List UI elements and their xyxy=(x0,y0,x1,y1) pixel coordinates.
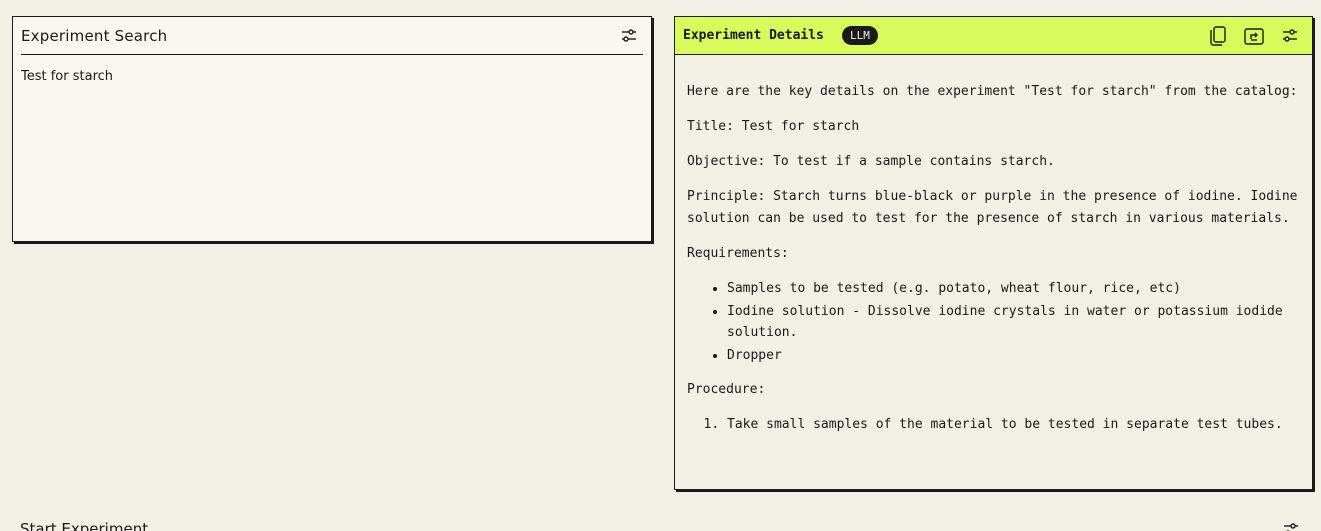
search-panel-header: Experiment Search xyxy=(21,17,643,55)
list-item: Samples to be tested (e.g. potato, wheat… xyxy=(727,278,1302,299)
sliders-icon[interactable] xyxy=(1281,520,1301,531)
intro-paragraph: Here are the key details on the experime… xyxy=(687,84,1298,99)
experiment-search-panel: Experiment Search Test for starch xyxy=(12,16,652,242)
details-panel-title: Experiment Details xyxy=(683,28,824,43)
export-icon[interactable] xyxy=(1244,26,1264,46)
procedure-heading: Procedure: xyxy=(687,382,766,397)
requirements-list: Samples to be tested (e.g. potato, wheat… xyxy=(727,278,1302,366)
search-query-text[interactable]: Test for starch xyxy=(21,69,113,84)
title-line: Title: Test for starch xyxy=(687,119,860,134)
sliders-icon[interactable] xyxy=(1280,26,1300,46)
sliders-icon[interactable] xyxy=(619,26,639,46)
details-content: Here are the key details on the experime… xyxy=(687,81,1302,477)
principle-paragraph: Principle: Starch turns blue-black or pu… xyxy=(687,189,1298,226)
start-experiment-title: Start Experiment xyxy=(20,520,149,531)
experiment-details-panel: Experiment Details LLM Here are the key … xyxy=(674,16,1313,490)
llm-badge: LLM xyxy=(842,26,878,45)
list-item: Iodine solution - Dissolve iodine crysta… xyxy=(727,301,1302,343)
objective-paragraph: Objective: To test if a sample contains … xyxy=(687,154,1055,169)
procedure-list: Take small samples of the material to be… xyxy=(727,414,1302,436)
list-item: Dropper xyxy=(727,345,1302,366)
list-item: Take small samples of the material to be… xyxy=(727,414,1302,436)
requirements-heading: Requirements: xyxy=(687,246,789,261)
search-panel-title: Experiment Search xyxy=(21,27,168,45)
copy-icon[interactable] xyxy=(1208,26,1228,46)
details-panel-header: Experiment Details LLM xyxy=(675,17,1312,55)
